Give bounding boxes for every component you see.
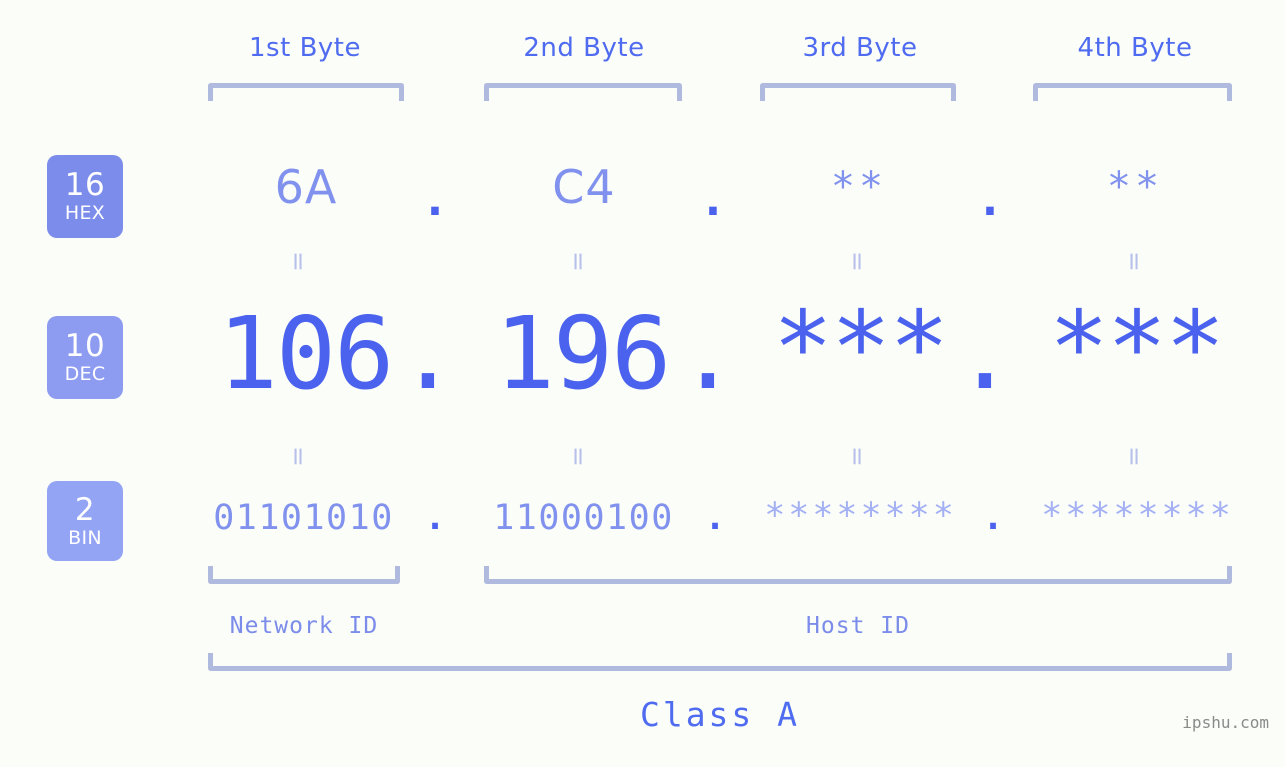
bin-byte-3: ********: [764, 496, 957, 536]
network-id-label: Network ID: [229, 613, 379, 639]
dec-byte-3: ***: [772, 289, 950, 406]
ip-address-breakdown-diagram: 1st Byte 2nd Byte 3rd Byte 4th Byte 16 H…: [0, 0, 1285, 767]
class-bracket: [208, 653, 1232, 671]
byte-bracket-2: [484, 83, 682, 101]
byte-header-4: 4th Byte: [1077, 33, 1193, 63]
byte-bracket-3: [760, 83, 956, 101]
host-id-bracket: [484, 566, 1232, 584]
byte-bracket-1: [208, 83, 404, 101]
hex-value-row: 6A . C4 . ** . **: [0, 150, 1285, 230]
dec-byte-2: 196: [494, 295, 672, 412]
bin-separator-3: .: [982, 498, 1004, 538]
bin-separator-2: .: [704, 498, 726, 538]
equals-dec-bin-4: =: [1119, 446, 1149, 467]
byte-header-3: 3rd Byte: [802, 33, 918, 63]
bin-separator-1: .: [424, 498, 446, 538]
equals-dec-bin-2: =: [563, 446, 593, 467]
hex-separator-1: .: [421, 172, 449, 226]
equals-hex-dec-4: =: [1119, 251, 1149, 272]
bin-byte-4: ********: [1041, 496, 1234, 536]
bin-value-row: 01101010 . 11000100 . ******** . *******…: [0, 490, 1285, 550]
equals-hex-dec-2: =: [563, 251, 593, 272]
class-label: Class A: [639, 695, 801, 734]
dec-value-row: 106 . 196 . *** . ***: [0, 289, 1285, 412]
equals-dec-bin-1: =: [283, 446, 313, 467]
hex-byte-4: **: [1106, 164, 1164, 210]
hex-separator-2: .: [699, 172, 727, 226]
hex-byte-1: 6A: [274, 160, 338, 214]
dec-separator-2: .: [677, 295, 739, 412]
equals-hex-dec-1: =: [283, 251, 313, 272]
byte-header-2: 2nd Byte: [523, 33, 645, 63]
dec-byte-1: 106: [217, 295, 395, 412]
watermark: ipshu.com: [1182, 713, 1269, 732]
byte-header-1: 1st Byte: [249, 33, 361, 63]
hex-separator-3: .: [976, 172, 1004, 226]
dec-separator-1: .: [397, 295, 459, 412]
network-id-bracket: [208, 566, 400, 584]
dec-byte-4: ***: [1048, 289, 1226, 406]
bin-byte-1: 01101010: [213, 498, 394, 538]
equals-dec-bin-3: =: [842, 446, 872, 467]
byte-bracket-4: [1033, 83, 1232, 101]
equals-hex-dec-3: =: [842, 251, 872, 272]
hex-byte-2: C4: [552, 160, 616, 214]
hex-byte-3: **: [830, 164, 888, 210]
host-id-label: Host ID: [806, 613, 910, 639]
bin-byte-2: 11000100: [493, 498, 674, 538]
dec-separator-3: .: [954, 295, 1016, 412]
